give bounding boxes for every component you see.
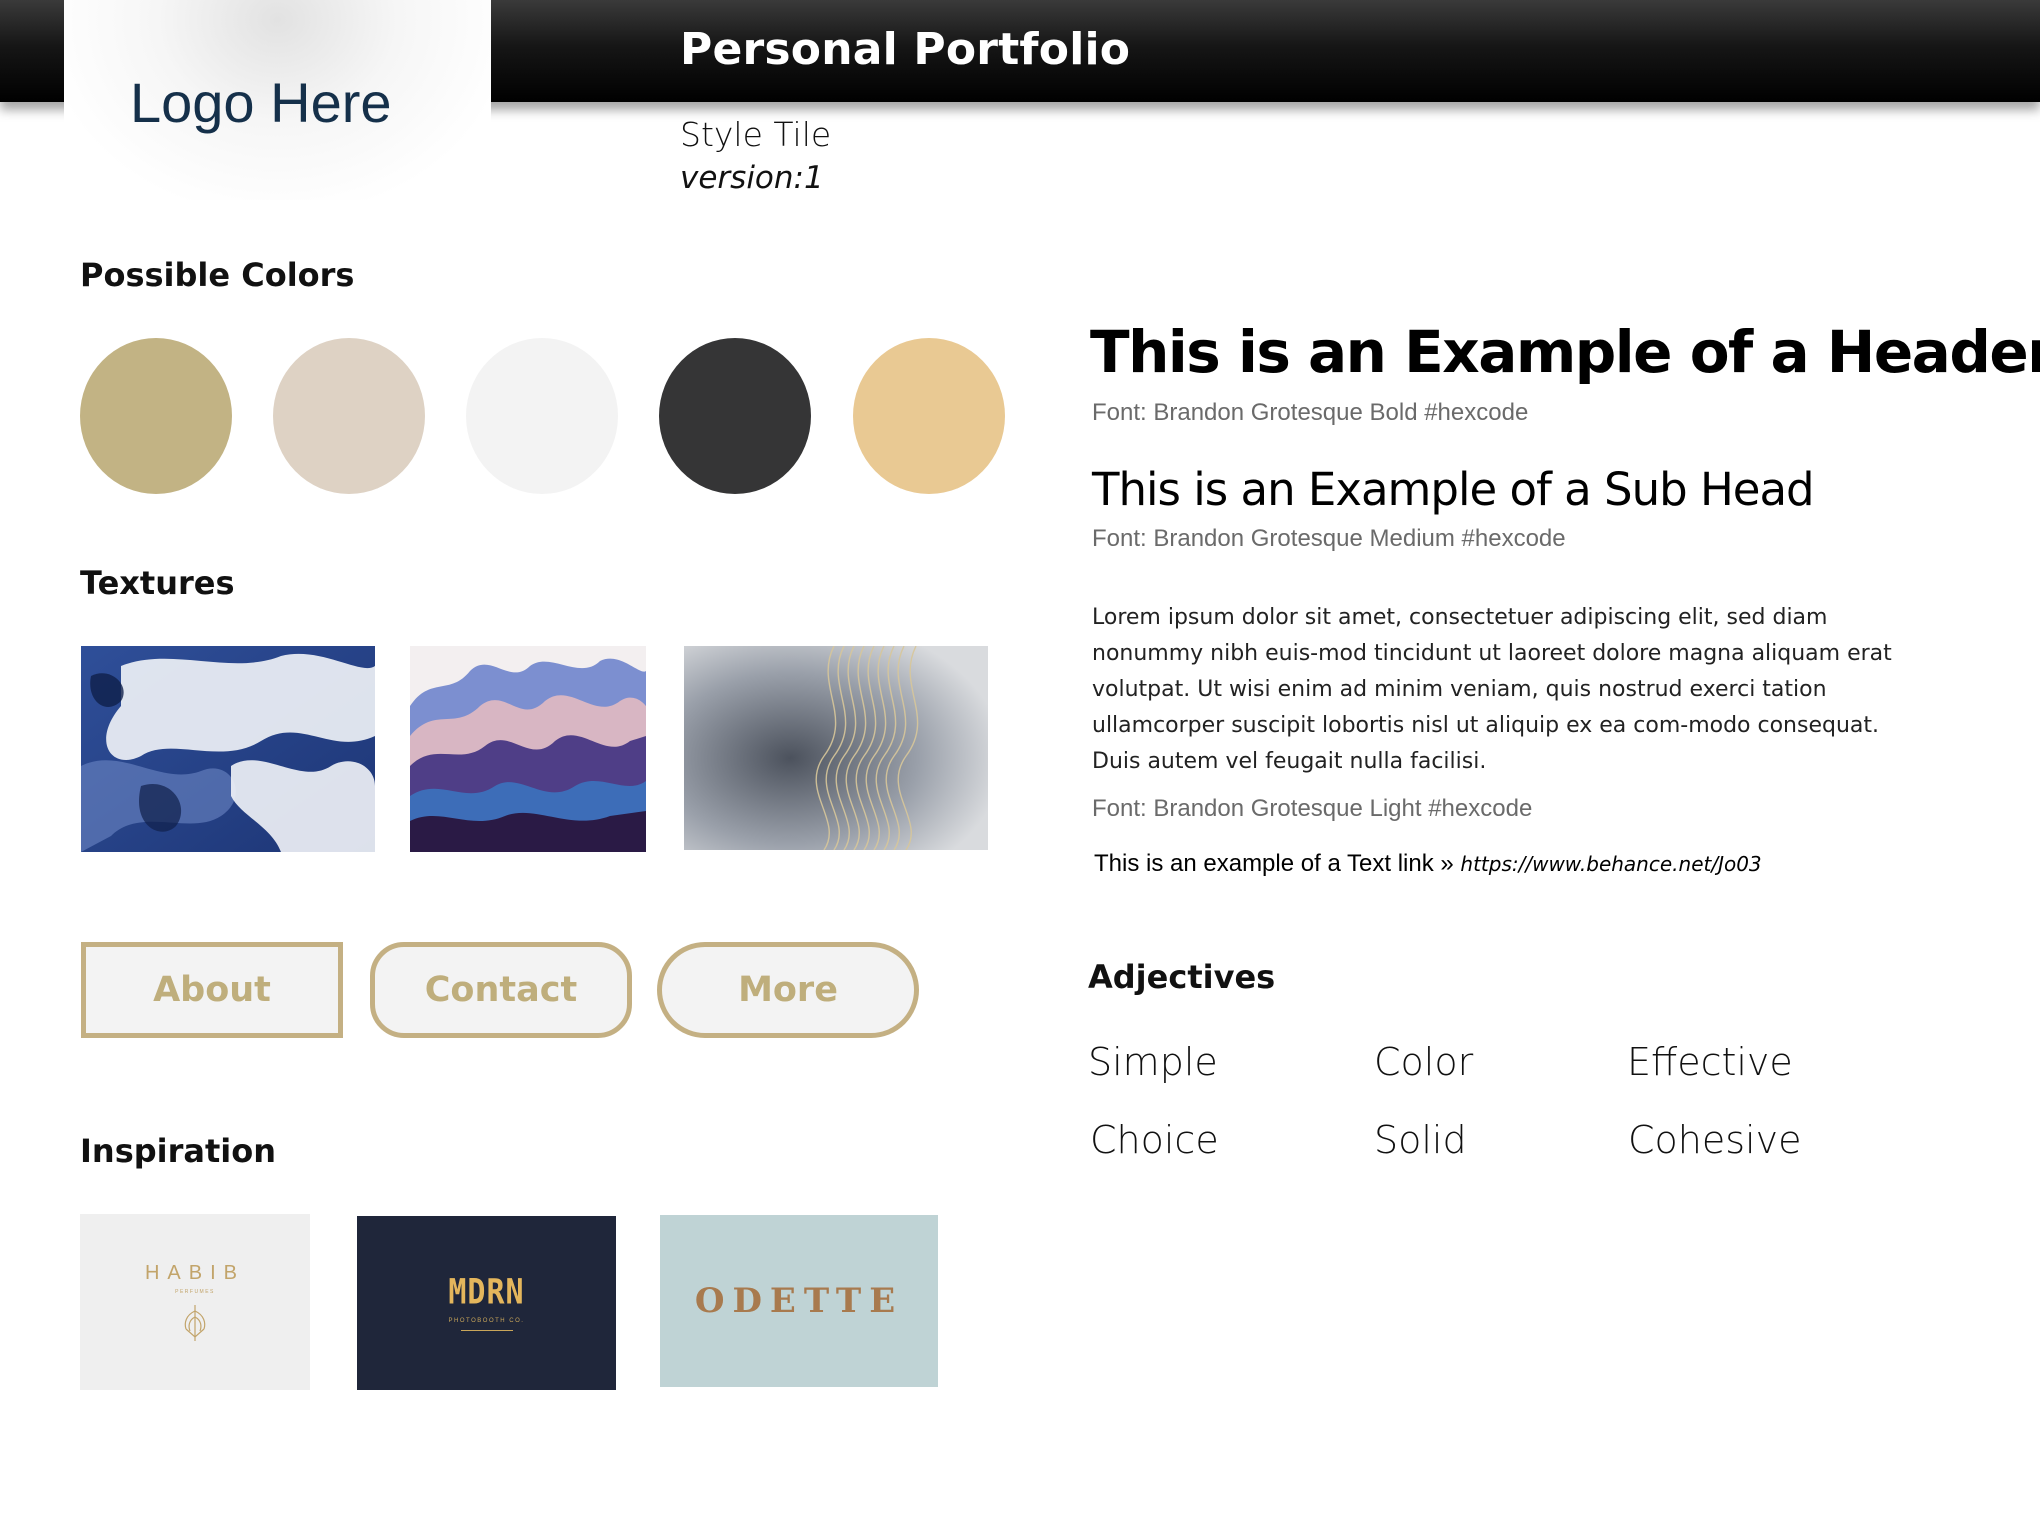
color-swatch-2 xyxy=(273,338,425,494)
example-header: This is an Example of a Header xyxy=(1090,318,2040,386)
text-link-example: This is an example of a Text link » http… xyxy=(1094,850,1762,878)
more-button[interactable]: More xyxy=(657,942,919,1038)
example-subhead: This is an Example of a Sub Head xyxy=(1092,463,1815,516)
about-button[interactable]: About xyxy=(81,942,343,1038)
inspiration-odette: ODETTE xyxy=(660,1215,938,1387)
texture-purple-mountains xyxy=(410,646,646,852)
mdrn-tagline: PHOTOBOOTH CO. xyxy=(448,1318,525,1324)
color-swatch-3 xyxy=(466,338,618,494)
page-title: Personal Portfolio xyxy=(680,24,1131,75)
header-font-note: Font: Brandon Grotesque Bold #hexcode xyxy=(1092,399,1529,426)
body-font-note: Font: Brandon Grotesque Light #hexcode xyxy=(1092,795,1533,822)
adjective-5: Solid xyxy=(1374,1118,1467,1162)
texture-blue-ink xyxy=(81,646,375,852)
leaf-icon xyxy=(184,1304,206,1341)
contact-button[interactable]: Contact xyxy=(370,942,632,1038)
text-link-label: This is an example of a Text link » xyxy=(1094,850,1454,877)
text-link-url[interactable]: https://www.behance.net/Jo03 xyxy=(1460,852,1761,876)
inspiration-heading: Inspiration xyxy=(80,1132,277,1170)
color-swatch-4 xyxy=(659,338,811,494)
mdrn-divider xyxy=(460,1330,513,1331)
version-label: version:1 xyxy=(680,160,824,196)
texture-grey-gold xyxy=(684,646,988,850)
adjective-1: Simple xyxy=(1088,1040,1218,1084)
adjective-3: Effective xyxy=(1627,1040,1793,1084)
color-swatch-1 xyxy=(80,338,232,494)
body-text-sample: Lorem ipsum dolor sit amet, consectetuer… xyxy=(1092,605,1892,774)
colors-heading: Possible Colors xyxy=(80,256,355,294)
style-tile-label: Style Tile xyxy=(680,115,832,154)
habib-tagline: PERFUMES xyxy=(175,1288,215,1295)
inspiration-mdrn: MDRN PHOTOBOOTH CO. xyxy=(357,1216,616,1390)
textures-heading: Textures xyxy=(80,564,235,602)
adjective-6: Cohesive xyxy=(1628,1118,1802,1162)
mdrn-wordmark: MDRN xyxy=(448,1272,525,1313)
habib-wordmark: HABIB xyxy=(144,1261,246,1284)
adjective-4: Choice xyxy=(1090,1118,1219,1162)
adjective-2: Color xyxy=(1374,1040,1474,1084)
odette-wordmark: ODETTE xyxy=(694,1281,904,1321)
logo[interactable]: Logo Here xyxy=(130,70,392,135)
color-swatch-5 xyxy=(853,338,1005,494)
adjectives-heading: Adjectives xyxy=(1088,958,1276,996)
subhead-font-note: Font: Brandon Grotesque Medium #hexcode xyxy=(1092,525,1566,552)
inspiration-habib: HABIB PERFUMES xyxy=(80,1214,310,1390)
